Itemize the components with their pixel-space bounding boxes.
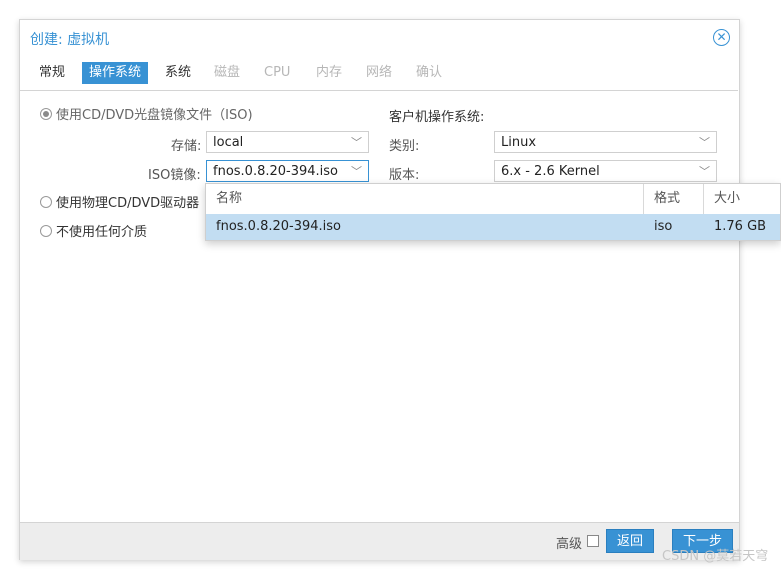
radio-no-media[interactable]: 不使用任何介质	[40, 221, 147, 241]
iso-list-header: 名称 格式 大小	[206, 184, 780, 215]
chevron-down-icon: ﹀	[699, 165, 710, 178]
os-version-select[interactable]: 6.x - 2.6 Kernel ﹀	[494, 160, 717, 182]
watermark-text: CSDN @莫若天穹	[662, 549, 769, 564]
radio-label: 使用物理CD/DVD驱动器	[56, 196, 200, 211]
iso-list-row[interactable]: fnos.0.8.20-394.iso iso 1.76 GB	[206, 214, 780, 240]
os-type-select[interactable]: Linux ﹀	[494, 131, 717, 153]
iso-dropdown-list: 名称 格式 大小 fnos.0.8.20-394.iso iso 1.76 GB	[205, 183, 781, 241]
storage-value: local	[213, 135, 244, 150]
tab-system[interactable]: 系统	[158, 62, 198, 84]
os-type-value: Linux	[501, 135, 537, 150]
tab-general[interactable]: 常规	[32, 62, 72, 84]
storage-select[interactable]: local ﹀	[206, 131, 369, 153]
radio-label: 不使用任何介质	[56, 225, 148, 240]
radio-use-iso[interactable]: 使用CD/DVD光盘镜像文件（ISO)	[40, 104, 253, 124]
radio-indicator	[40, 195, 52, 208]
iso-value: fnos.0.8.20-394.iso	[213, 164, 338, 179]
column-header-name[interactable]: 名称	[206, 184, 643, 214]
column-header-format[interactable]: 格式	[643, 184, 703, 214]
tab-cpu: CPU	[264, 65, 291, 80]
advanced-checkbox[interactable]	[587, 535, 599, 547]
os-type-label: 类别:	[389, 139, 420, 154]
tab-disk: 磁盘	[214, 65, 241, 80]
dialog-title: 创建: 虚拟机	[30, 32, 110, 48]
tab-memory: 内存	[316, 65, 343, 80]
radio-use-physical-drive[interactable]: 使用物理CD/DVD驱动器	[40, 192, 199, 212]
iso-label: ISO镜像:	[148, 168, 201, 183]
guest-os-heading: 客户机操作系统:	[389, 110, 485, 125]
iso-name-cell: fnos.0.8.20-394.iso	[216, 219, 341, 234]
iso-image-select[interactable]: fnos.0.8.20-394.iso ﹀	[206, 160, 369, 182]
iso-size-cell: 1.76 GB	[714, 219, 767, 234]
os-version-label: 版本:	[389, 168, 420, 183]
column-header-size[interactable]: 大小	[703, 184, 781, 214]
os-version-value: 6.x - 2.6 Kernel	[501, 164, 600, 179]
tab-os[interactable]: 操作系统	[82, 62, 149, 84]
os-panel: 使用CD/DVD光盘镜像文件（ISO) 存储: local ﹀ ISO镜像: f…	[20, 90, 738, 523]
radio-indicator	[40, 224, 52, 237]
storage-label: 存储:	[171, 139, 202, 154]
create-vm-dialog: 创建: 虚拟机 ✕ 常规 操作系统 系统 磁盘 CPU 内存 网络 确认 使用C…	[19, 19, 740, 560]
dialog-titlebar: 创建: 虚拟机 ✕	[20, 20, 739, 58]
advanced-label: 高级	[556, 537, 583, 552]
tab-confirm: 确认	[416, 65, 443, 80]
radio-indicator-checked	[40, 107, 52, 120]
radio-label: 使用CD/DVD光盘镜像文件（ISO)	[56, 108, 253, 123]
dialog-footer: 高级 返回 下一步	[20, 522, 739, 560]
chevron-down-icon: ﹀	[351, 136, 362, 149]
tab-network: 网络	[366, 65, 393, 80]
chevron-down-icon: ﹀	[699, 136, 710, 149]
iso-format-cell: iso	[654, 219, 673, 234]
close-icon[interactable]: ✕	[713, 29, 730, 46]
chevron-down-icon: ﹀	[351, 165, 362, 178]
back-button[interactable]: 返回	[606, 529, 655, 553]
